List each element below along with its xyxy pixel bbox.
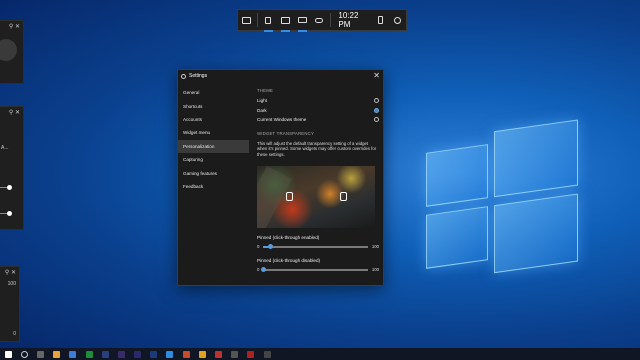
nav-item-general[interactable]: General <box>178 86 249 99</box>
widget-preview-icon <box>286 191 293 201</box>
pinned-enabled-slider-row: 0 100 <box>257 243 379 251</box>
slider-thumb[interactable] <box>268 244 274 250</box>
theme-option-label: Current Windows theme <box>257 117 307 123</box>
search-icon[interactable] <box>20 350 28 358</box>
windows-logo <box>426 115 580 285</box>
settings-nav: General Shortcuts Accounts Widget menu P… <box>178 86 249 193</box>
slider-max: 100 <box>371 244 379 250</box>
slider-min: 0 <box>257 244 260 250</box>
app-icon[interactable] <box>101 350 109 358</box>
app-icon[interactable] <box>134 350 142 358</box>
taskbar <box>0 348 640 360</box>
volume-slider-thumb[interactable] <box>7 211 12 216</box>
nav-item-shortcuts[interactable]: Shortcuts <box>178 99 249 112</box>
performance-widget: ⚲ ✕ 100 0 <box>0 266 20 342</box>
pinned-disabled-slider[interactable] <box>260 267 368 273</box>
divider <box>256 13 258 27</box>
theme-option-windows[interactable]: Current Windows theme <box>257 115 379 125</box>
audio-icon[interactable] <box>260 10 277 32</box>
audio-label: A... <box>1 145 9 151</box>
volume-slider-thumb[interactable] <box>7 185 12 190</box>
app-icon[interactable] <box>182 350 190 358</box>
pin-icon[interactable]: ⚲ ✕ <box>5 269 16 276</box>
nav-item-feedback[interactable]: Feedback <box>178 180 249 193</box>
nav-item-personalization[interactable]: Personalization <box>178 139 249 153</box>
settings-window: Settings ✕ General Shortcuts Accounts Wi… <box>177 69 384 286</box>
app-icon[interactable] <box>198 350 206 358</box>
slider-label: Pinned (click-through enabled) <box>257 234 320 240</box>
settings-gear-icon[interactable] <box>389 10 406 30</box>
theme-option-dark[interactable]: Dark <box>257 106 379 116</box>
app-icon[interactable] <box>117 350 125 358</box>
gear-icon <box>181 73 186 79</box>
graph-max-label: 100 <box>7 281 16 287</box>
capture-icon[interactable] <box>277 10 294 32</box>
slider-min: 0 <box>257 267 260 273</box>
close-button[interactable]: ✕ <box>373 71 380 81</box>
app-icon[interactable] <box>166 350 174 358</box>
radio-button[interactable] <box>374 117 379 123</box>
personalization-panel: THEME Light Dark Current Windows theme W… <box>257 88 379 274</box>
app-icon[interactable] <box>150 350 158 358</box>
performance-icon[interactable] <box>294 10 311 32</box>
app-icon[interactable] <box>215 350 223 358</box>
radio-button-selected[interactable] <box>374 107 379 113</box>
radio-button[interactable] <box>374 98 379 104</box>
pinned-disabled-slider-row: 0 100 <box>257 266 379 274</box>
slider-thumb[interactable] <box>260 267 266 273</box>
theme-option-label: Dark <box>257 107 267 113</box>
app-icon[interactable] <box>247 350 255 358</box>
window-title: Settings <box>189 73 208 79</box>
start-icon[interactable] <box>4 350 12 358</box>
audio-widget: ⚲ ✕ A... <box>0 106 24 230</box>
nav-item-widget-menu[interactable]: Widget menu <box>178 126 249 139</box>
clock: 10:22 PM <box>338 11 359 29</box>
phone-icon[interactable] <box>372 10 389 30</box>
graph-min-label: 0 <box>13 331 16 337</box>
divider <box>329 13 331 27</box>
widget-preview-icon <box>340 191 347 201</box>
app-icon[interactable] <box>263 350 271 358</box>
pin-icon[interactable]: ⚲ ✕ <box>9 109 20 116</box>
game-bar: 10:22 PM <box>237 9 407 32</box>
app-icon[interactable] <box>85 350 93 358</box>
theme-option-label: Light <box>257 98 267 104</box>
widget-menu-icon[interactable] <box>238 10 255 30</box>
pinned-enabled-slider[interactable] <box>263 244 368 250</box>
title-bar: Settings <box>178 70 383 82</box>
nav-item-capturing[interactable]: Capturing <box>178 153 249 166</box>
nav-item-accounts[interactable]: Accounts <box>178 113 249 126</box>
slider-label: Pinned (click-through disabled) <box>257 257 321 263</box>
theme-option-light[interactable]: Light <box>257 96 379 106</box>
task-view-icon[interactable] <box>36 350 44 358</box>
pin-icon[interactable]: ⚲ ✕ <box>9 23 20 30</box>
transparency-heading: WIDGET TRANSPARENCY <box>257 130 315 136</box>
slider-max: 100 <box>371 267 379 273</box>
transparency-description: This will adjust the default transparenc… <box>257 140 377 157</box>
app-icon[interactable] <box>69 350 77 358</box>
theme-heading: THEME <box>257 88 274 93</box>
xbox-social-icon[interactable] <box>311 10 328 30</box>
transparency-preview-image <box>257 165 375 228</box>
app-icon[interactable] <box>231 350 239 358</box>
nav-item-gaming-features[interactable]: Gaming features <box>178 166 249 179</box>
record-button[interactable] <box>0 39 17 61</box>
file-explorer-icon[interactable] <box>53 350 61 358</box>
capture-widget: ⚲ ✕ <box>0 20 24 84</box>
